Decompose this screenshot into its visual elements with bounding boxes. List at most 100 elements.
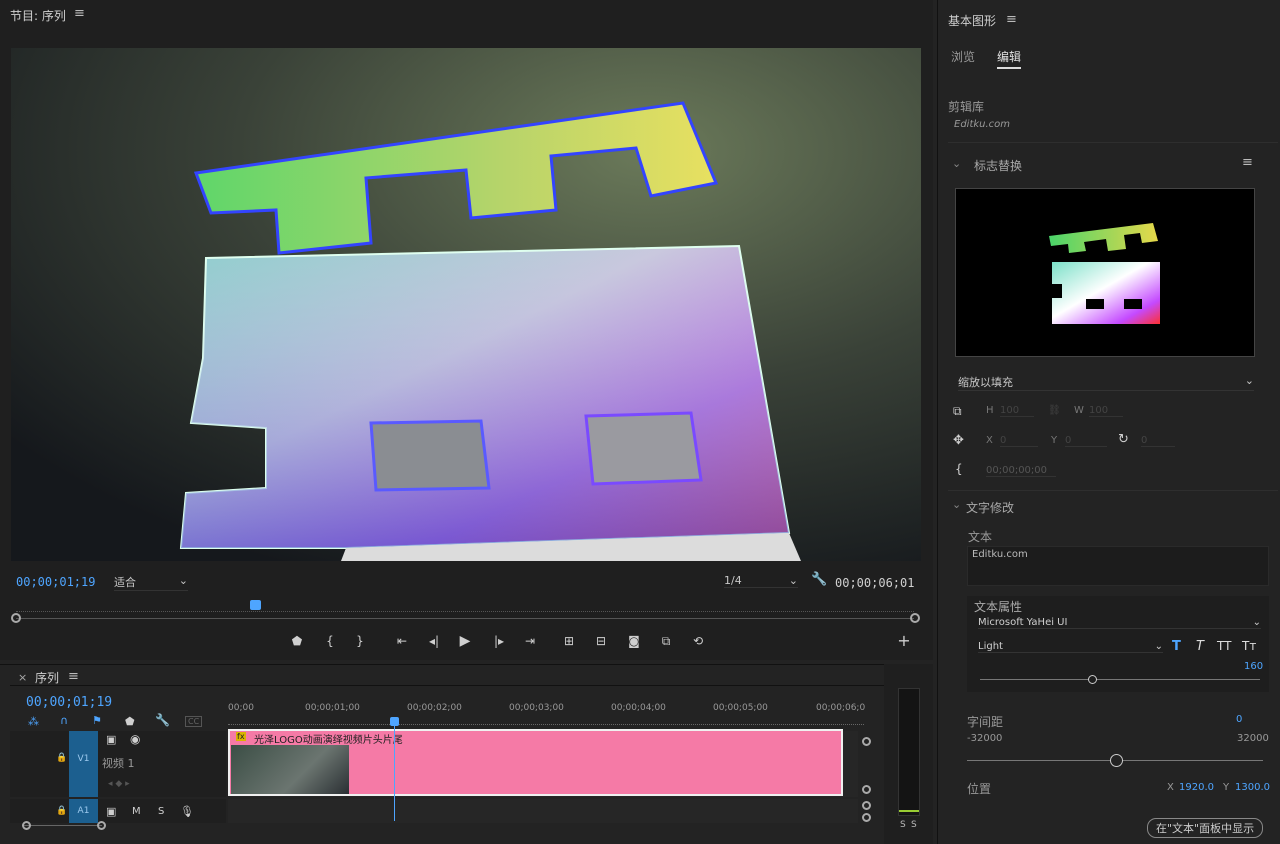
chevron-down-icon[interactable]: ⌄	[952, 498, 961, 511]
h-field[interactable]: 100	[1000, 405, 1034, 417]
panel-menu-icon[interactable]: ≡	[1006, 12, 1017, 27]
current-timecode[interactable]: 00;00;01;19	[16, 575, 95, 589]
pos-y-value[interactable]: 1300.0	[1235, 782, 1270, 793]
go-to-in-icon[interactable]: ⇤	[390, 631, 414, 651]
scroll-handle[interactable]	[862, 813, 871, 822]
text-input[interactable]: Editku.com	[967, 546, 1269, 586]
bold-button[interactable]: T	[1172, 639, 1181, 654]
zoom-bar[interactable]	[16, 618, 914, 619]
ruler-label: 00;00;05;00	[713, 703, 768, 713]
step-back-icon[interactable]: ◂|	[422, 631, 446, 651]
mute-button[interactable]: M	[132, 806, 141, 817]
mark-in-icon[interactable]: {	[318, 631, 342, 651]
timeline-title[interactable]: 序列	[35, 669, 59, 686]
scroll-handle[interactable]	[862, 737, 871, 746]
horizontal-zoom-bar[interactable]	[22, 825, 102, 826]
marker-icon[interactable]: ⬟	[125, 715, 135, 728]
chevron-down-icon: ⌄	[178, 574, 188, 587]
timeline-ruler[interactable]: 00;00 00;00;01;00 00;00;02;00 00;00;03;0…	[228, 703, 868, 729]
y-field[interactable]: 0	[1065, 435, 1107, 447]
step-forward-icon[interactable]: |▸	[487, 631, 511, 651]
solo-right-button[interactable]: S	[911, 820, 917, 830]
lock-icon[interactable]: 🔒	[56, 753, 67, 763]
tracking-value[interactable]: 0	[1236, 714, 1242, 725]
time-ruler[interactable]	[16, 606, 914, 612]
audio-track-lane[interactable]	[228, 799, 858, 823]
video-clip[interactable]: fx 光泽LOGO动画演绎视频片头片尾	[228, 729, 843, 796]
snap-icon[interactable]: ⁂	[28, 715, 39, 728]
program-title[interactable]: 节目: 序列	[10, 7, 66, 24]
timeline-playhead-line[interactable]	[394, 721, 395, 821]
zoom-handle-left[interactable]	[11, 613, 21, 623]
eye-icon[interactable]: ◉	[130, 732, 140, 746]
magnet-icon[interactable]: ∩	[60, 714, 68, 727]
font-size-slider[interactable]	[980, 679, 1260, 680]
small-caps-button[interactable]: Tт	[1242, 639, 1256, 653]
scroll-handle[interactable]	[97, 821, 106, 830]
keyframe-nav-icon[interactable]: ◂ ◆ ▸	[108, 779, 130, 789]
solo-button[interactable]: S	[158, 806, 164, 817]
scroll-handle[interactable]	[862, 801, 871, 810]
lift-icon[interactable]: ⊞	[557, 631, 581, 651]
tab-edit[interactable]: 编辑	[997, 48, 1022, 69]
text-section-title[interactable]: 文字修改	[966, 499, 1014, 516]
font-weight-dropdown[interactable]: Light ⌄	[978, 641, 1163, 653]
captions-icon[interactable]: CC	[185, 716, 203, 727]
scroll-handle[interactable]	[862, 785, 871, 794]
solo-left-button[interactable]: S	[900, 820, 906, 830]
timeline-timecode[interactable]: 00;00;01;19	[26, 695, 112, 710]
time-field[interactable]: 00;00;00;00	[986, 465, 1056, 477]
mark-out-icon[interactable]: }	[348, 631, 372, 651]
rotation-field[interactable]: 0	[1141, 435, 1175, 447]
fit-dropdown[interactable]: 适合 ⌄	[114, 574, 188, 591]
panel-menu-icon[interactable]: ≡	[74, 6, 85, 21]
all-caps-button[interactable]: TT	[1217, 639, 1231, 653]
section-menu-icon[interactable]: ≡	[1242, 155, 1253, 170]
multicam-icon[interactable]: ⟲	[686, 631, 710, 651]
show-in-text-panel-button[interactable]: 在"文本"面板中显示	[1147, 818, 1264, 838]
w-field[interactable]: 100	[1089, 405, 1123, 417]
playhead[interactable]	[250, 600, 261, 610]
tracking-max: 32000	[1237, 733, 1269, 744]
microphone-icon[interactable]: 🎙	[180, 805, 194, 818]
panel-menu-icon[interactable]: ≡	[68, 669, 79, 684]
linked-selection-icon[interactable]: ⚑	[92, 714, 102, 727]
h-label: H	[986, 405, 994, 416]
play-icon[interactable]: ▶	[453, 631, 477, 651]
font-size-value[interactable]: 160	[1244, 661, 1263, 672]
pos-x-value[interactable]: 1920.0	[1179, 782, 1214, 793]
egp-title[interactable]: 基本图形	[948, 12, 996, 29]
close-icon[interactable]: ×	[18, 671, 27, 684]
video-preview[interactable]	[11, 48, 921, 561]
camera-icon[interactable]: ◙	[622, 631, 646, 651]
italic-button[interactable]: T	[1196, 639, 1204, 654]
font-size-slider-handle[interactable]	[1088, 675, 1097, 684]
tab-browse[interactable]: 浏览	[951, 48, 975, 65]
scroll-handle[interactable]	[22, 821, 31, 830]
tracking-slider-handle[interactable]	[1110, 754, 1123, 767]
essential-graphics-panel: 基本图形 ≡ 浏览 编辑 剪辑库 Editku.com ⌄ 标志替换 ≡ 缩放以…	[937, 0, 1280, 844]
resolution-dropdown[interactable]: 1/4 ⌄	[724, 574, 798, 588]
lock-icon[interactable]: 🔒	[56, 806, 67, 816]
add-marker-icon[interactable]: ⬟	[285, 631, 309, 651]
a1-target[interactable]: A1	[69, 799, 98, 823]
timeline-playhead[interactable]	[390, 717, 399, 726]
zoom-handle-right[interactable]	[910, 613, 920, 623]
add-button-icon[interactable]: +	[892, 631, 916, 651]
v1-target[interactable]: V1	[69, 731, 98, 797]
scale-mode-dropdown[interactable]: 缩放以填充 ⌄	[958, 374, 1254, 391]
logo-preview[interactable]	[955, 188, 1255, 357]
go-to-out-icon[interactable]: ⇥	[518, 631, 542, 651]
wrench-icon[interactable]: 🔧	[155, 713, 170, 727]
wrench-icon[interactable]: 🔧	[811, 572, 827, 587]
sync-lock-icon[interactable]: ▣	[106, 733, 116, 746]
chevron-down-icon[interactable]: ⌄	[952, 157, 961, 170]
logo-section-title[interactable]: 标志替换	[974, 157, 1022, 174]
font-dropdown[interactable]: Microsoft YaHei UI ⌄	[978, 617, 1261, 629]
link-icon[interactable]: ⛓	[1048, 405, 1061, 416]
compare-view-icon[interactable]: ⧉	[654, 631, 678, 651]
x-field[interactable]: 0	[1000, 435, 1038, 447]
sync-lock-icon[interactable]: ▣	[106, 805, 116, 818]
timeline-panel: × 序列 ≡ 00;00;01;19 ⁂ ∩ ⚑ ⬟ 🔧 CC 00;00 00…	[0, 664, 890, 844]
extract-icon[interactable]: ⊟	[589, 631, 613, 651]
